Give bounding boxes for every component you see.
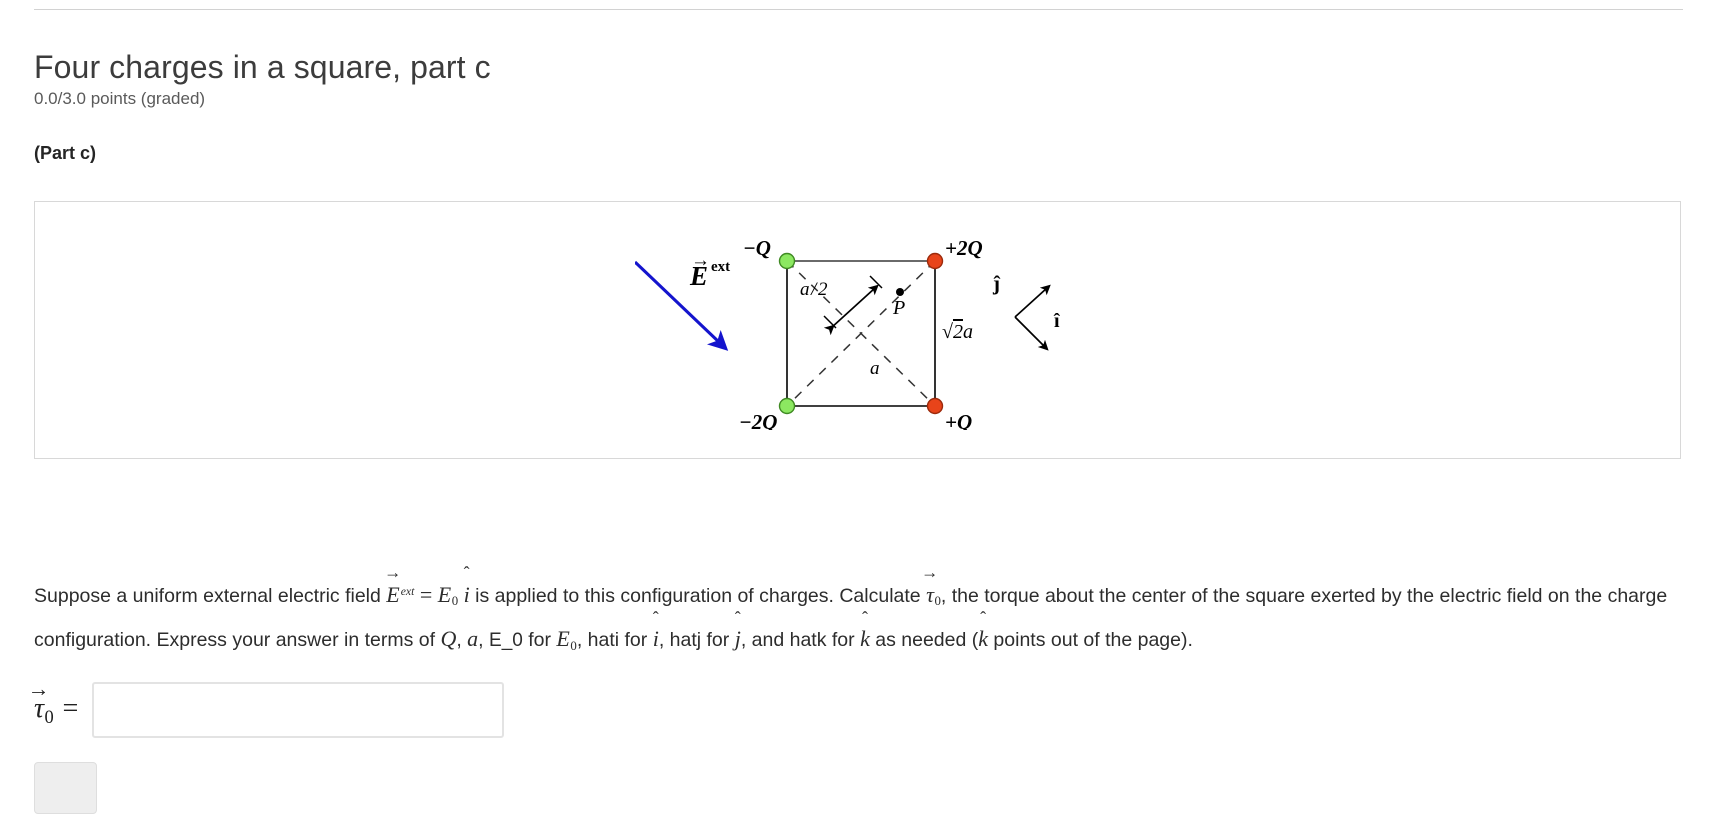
submit-button[interactable] xyxy=(34,762,97,814)
statement-seg-10: as needed ( xyxy=(869,629,979,652)
equals-sign-answer: = xyxy=(60,693,80,725)
statement-seg-7: , hati for xyxy=(576,629,653,652)
e0-subscript: 0 xyxy=(451,594,459,609)
e-symbol: E xyxy=(386,581,400,607)
svg-text:ext: ext xyxy=(711,259,730,275)
charge-label-top-right: +2Q xyxy=(945,240,983,260)
j-symbol: j xyxy=(734,626,741,652)
problem-page: Four charges in a square, part c 0.0/3.0… xyxy=(0,0,1717,840)
answer-input[interactable] xyxy=(91,682,504,738)
half-side-label: a / 2 xyxy=(800,279,828,300)
e-field-superscript: ext xyxy=(400,584,415,598)
statement-seg-9: , and hatk for xyxy=(740,629,861,652)
statement-seg-8: , hatj for xyxy=(658,629,735,652)
j-hat-label: ĵ xyxy=(992,271,1001,295)
tau-vector-label: → τ xyxy=(28,678,50,725)
tau-vector-inline: → τ xyxy=(921,564,938,613)
side-length-label: a xyxy=(870,358,880,379)
equals-sign-inline: = xyxy=(414,581,438,607)
statement-seg-2: is applied to this configuration of char… xyxy=(469,584,927,607)
charge-bottom-right xyxy=(926,397,944,415)
statement-seg-4: , xyxy=(456,629,468,652)
external-field-label: E → ext xyxy=(689,250,730,291)
statement-seg-5: , xyxy=(478,629,490,652)
i-hat-label: î xyxy=(1053,310,1060,332)
j-hat-inline: ̂j xyxy=(735,620,741,657)
k-symbol-1: k xyxy=(860,626,870,652)
a-symbol: a xyxy=(467,626,479,652)
tau-symbol-inline: τ xyxy=(926,581,934,607)
vector-arrow-glyph-tau: → xyxy=(921,562,939,582)
i-symbol-1: i xyxy=(463,581,470,607)
diagonal-length-label: √2a xyxy=(942,321,973,343)
charge-top-left xyxy=(778,252,796,270)
q-symbol: Q xyxy=(440,626,457,652)
svg-text:√2a: √2a xyxy=(942,321,973,343)
statement-seg-1: Suppose a uniform external electric fiel… xyxy=(34,584,387,607)
charge-top-right xyxy=(926,252,944,270)
charge-square-figure: E → ext a / 2 P √2a a −Q +2Q −2Q +Q ĵ î xyxy=(635,240,1105,430)
statement-seg-11: points out of the page). xyxy=(988,629,1193,652)
charge-label-top-left: −Q xyxy=(743,240,771,260)
problem-statement: Suppose a uniform external electric fiel… xyxy=(34,564,1674,665)
i-hat-inline-2: ̂i xyxy=(653,620,659,657)
svg-text:→: → xyxy=(691,250,710,271)
part-label: (Part c) xyxy=(34,143,97,163)
half-side-measure-arrow xyxy=(823,275,883,336)
charge-label-bottom-right: +Q xyxy=(945,410,972,430)
k-hat-inline-2: ̂k xyxy=(978,620,988,657)
answer-label: → τ0 = xyxy=(28,678,80,727)
i-symbol-2: i xyxy=(652,626,659,652)
unit-vector-axes: ĵ î xyxy=(992,271,1060,351)
tau-subscript-inline: 0 xyxy=(934,594,941,609)
i-hat-inline-1: ̂i xyxy=(464,576,470,613)
statement-seg-6: for xyxy=(522,629,557,652)
tau-subscript-answer: 0 xyxy=(44,706,54,727)
e-field-vector-symbol: → E xyxy=(384,564,401,613)
charge-bottom-left xyxy=(778,397,796,415)
figure-panel: E → ext a / 2 P √2a a −Q +2Q −2Q +Q ĵ î xyxy=(34,201,1681,459)
top-divider xyxy=(34,9,1683,10)
external-field-arrow xyxy=(635,260,729,351)
page-title: Four charges in a square, part c xyxy=(34,49,491,86)
charge-label-bottom-left: −2Q xyxy=(739,410,777,430)
e0-subscript-2: 0 xyxy=(570,638,577,653)
e0-plaintext: E_0 xyxy=(489,630,523,652)
e0-symbol-2: E xyxy=(556,626,570,652)
k-hat-inline-1: ̂k xyxy=(860,620,870,657)
svg-text:P: P xyxy=(892,297,905,319)
point-p: P xyxy=(892,288,905,319)
answer-row: → τ0 = xyxy=(28,678,504,738)
e0-symbol: E xyxy=(437,581,452,607)
points-status: 0.0/3.0 points (graded) xyxy=(34,89,206,108)
vector-arrow-glyph: → xyxy=(384,562,402,582)
vector-arrow-glyph-answer: → xyxy=(27,676,50,701)
k-symbol-2: k xyxy=(978,626,989,652)
